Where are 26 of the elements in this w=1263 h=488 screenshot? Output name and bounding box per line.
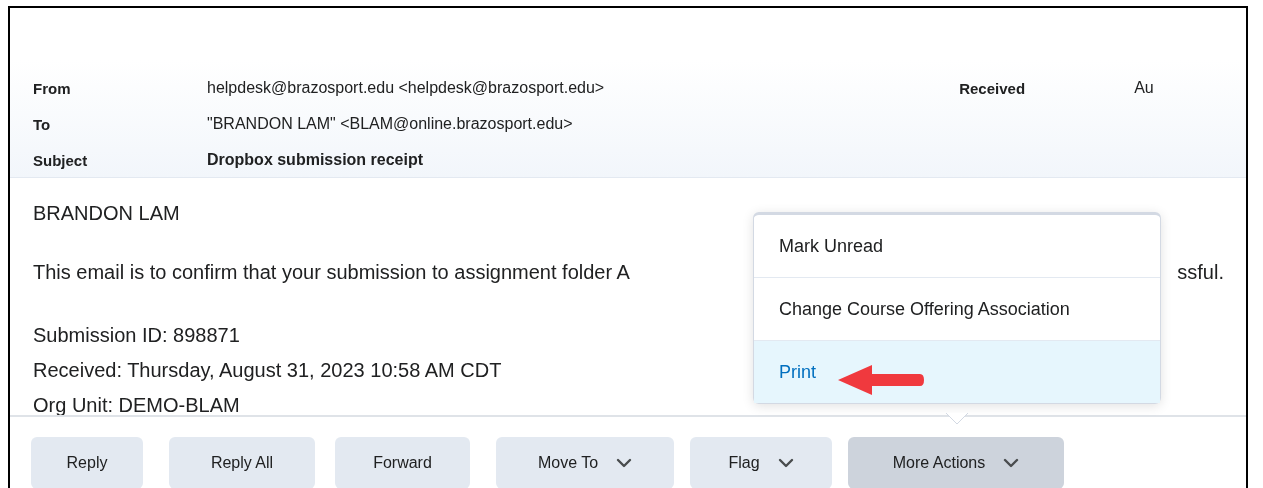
- detail-text: Received: Thursday, August 31, 2023 10:58 AM CDT: [33, 359, 502, 381]
- field-value: helpdesk@brazosport.edu <helpdesk@brazosport.edu>: [207, 79, 605, 97]
- detail-text: Submission ID: 898871: [33, 324, 240, 346]
- menu-item[interactable]: Mark Unread: [754, 215, 1160, 277]
- toolbar-button[interactable]: Reply All: [169, 437, 315, 488]
- chevron-icon: [1003, 458, 1020, 468]
- chevron-icon: [777, 458, 794, 468]
- toolbar-button[interactable]: Move To: [496, 437, 674, 488]
- field-value: Dropbox submission receipt: [207, 151, 424, 169]
- toolbar-button[interactable]: More Actions: [848, 437, 1064, 488]
- greeting-text: BRANDON LAM: [33, 202, 181, 225]
- field-label: From: [33, 79, 72, 97]
- field-value: Au: [1134, 79, 1154, 97]
- detail-text: Org Unit: DEMO-BLAM: [33, 394, 240, 416]
- toolbar-button[interactable]: Forward: [335, 437, 470, 488]
- message-text: ssful.: [1177, 261, 1224, 284]
- field-value: "BRANDON LAM" <BLAM@online.brazosport.edu>: [207, 115, 573, 133]
- field-label: To: [33, 115, 52, 133]
- field-label: Received: [959, 79, 1027, 97]
- field-label: Subject: [33, 151, 89, 169]
- toolbar-button[interactable]: Reply: [31, 437, 143, 488]
- menu-item[interactable]: Print: [754, 340, 1160, 403]
- message-text: This email is to confirm that your submission to assignment folder A: [33, 261, 630, 284]
- toolbar-button[interactable]: Flag: [690, 437, 832, 488]
- chevron-icon: [616, 458, 633, 468]
- arrow-icon: [836, 362, 926, 398]
